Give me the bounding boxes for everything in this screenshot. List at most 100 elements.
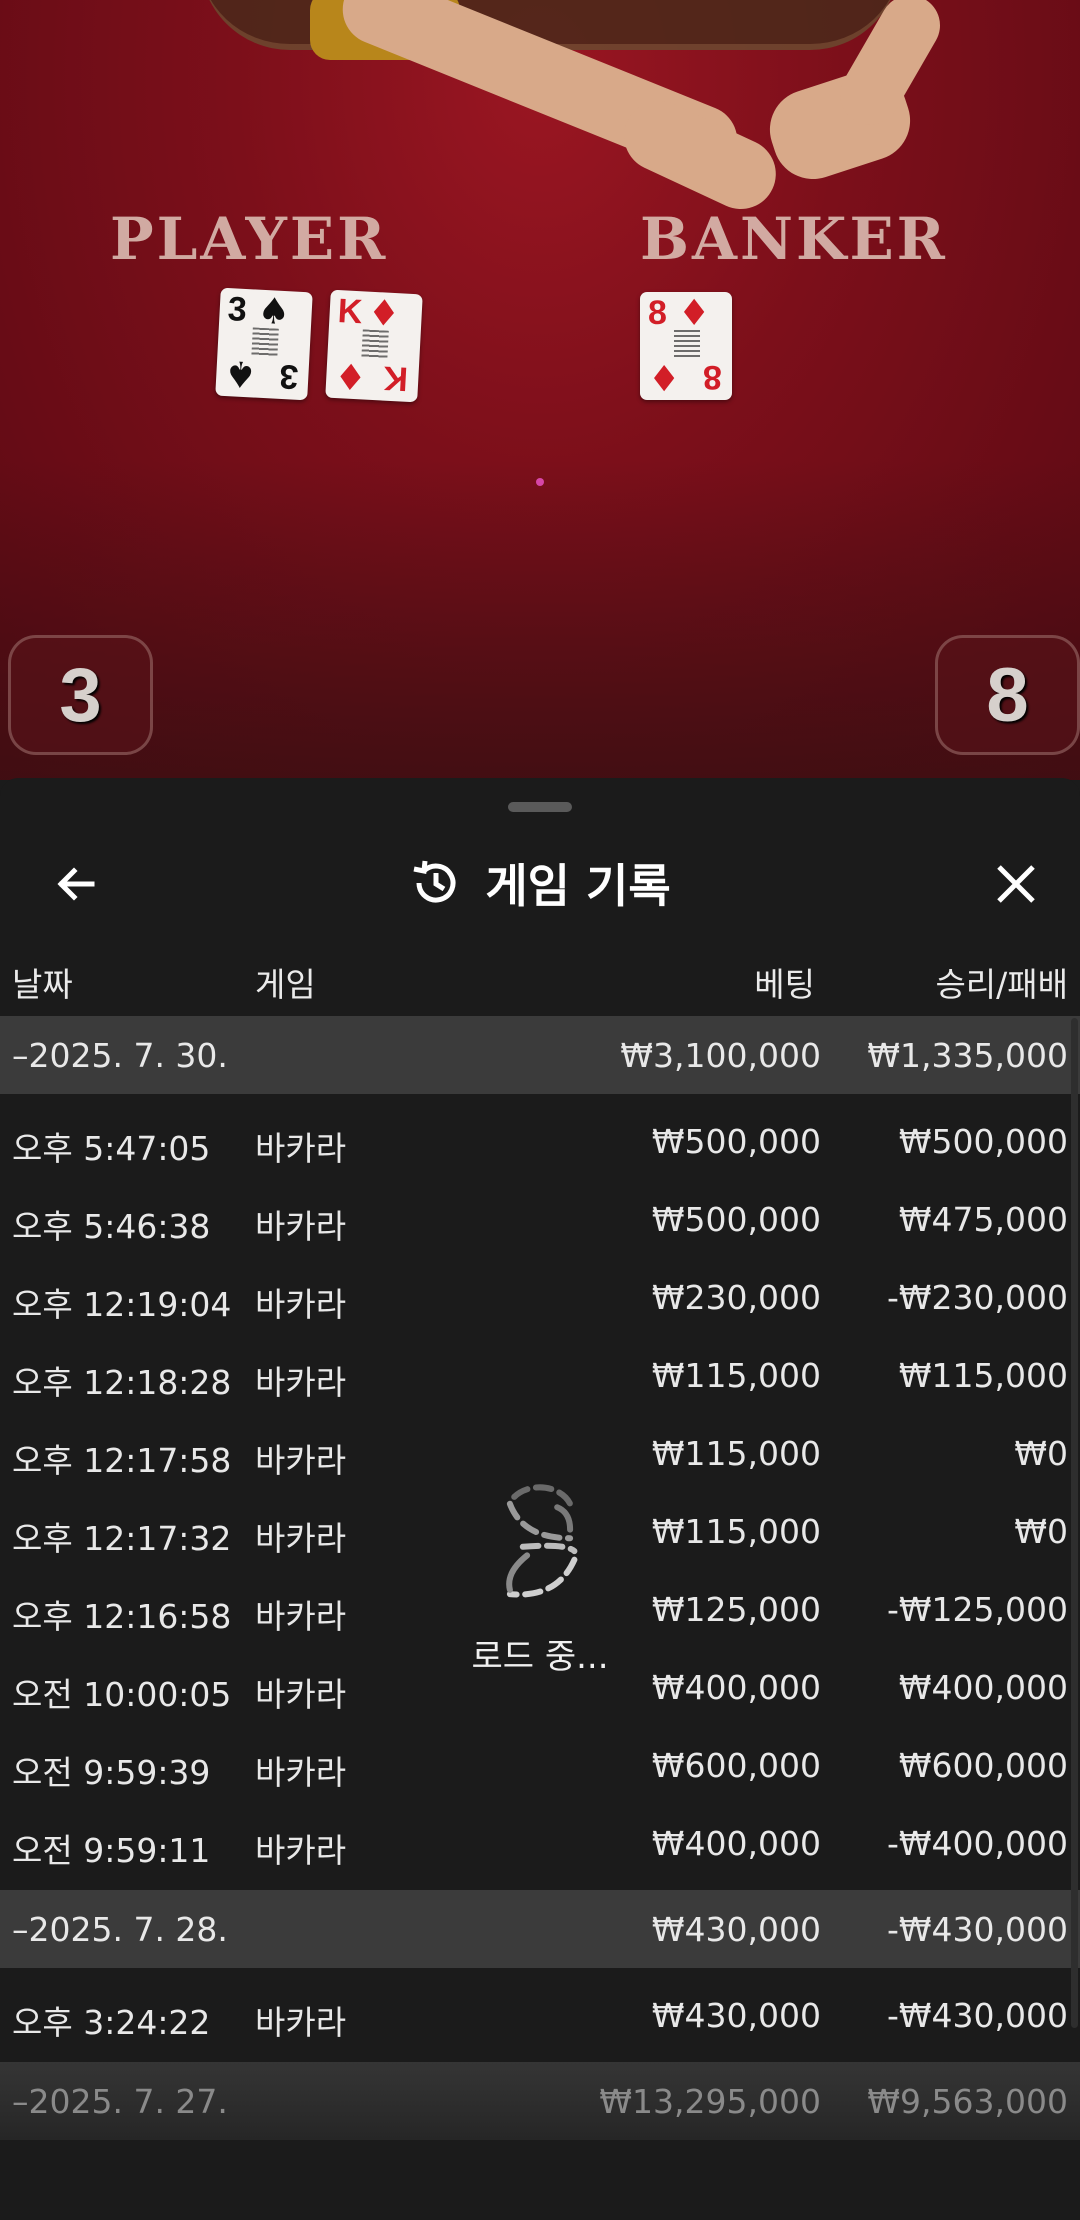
row-bet: ₩230,000 [651, 1278, 821, 1317]
card-rank: K [382, 358, 410, 398]
row-time: 오후 12:16:58 [12, 1597, 232, 1636]
row-game: 바카라 [255, 1675, 347, 1714]
group-date: –2025. 7. 28. [12, 1910, 228, 1949]
column-game: 게임 [255, 965, 316, 1004]
row-bet: ₩400,000 [651, 1668, 821, 1707]
row-game: 바카라 [255, 1831, 347, 1870]
column-date: 날짜 [12, 965, 73, 1004]
group-result-total: -₩430,000 [886, 1910, 1068, 1949]
history-row[interactable]: 오전 9:59:39 바카라 ₩600,000 ₩600,000 [0, 1726, 1080, 1804]
loading-text: 로드 중... [471, 1637, 609, 1677]
card-pips [361, 329, 389, 359]
history-row[interactable]: 오후 12:18:28 바카라 ₩115,000 ₩115,000 [0, 1336, 1080, 1414]
row-game: 바카라 [255, 1363, 347, 1402]
sheet-title: 게임 기록 [485, 859, 671, 913]
group-bet-total: ₩430,000 [651, 1910, 821, 1949]
card-suit: ♦ [678, 293, 711, 334]
row-result: -₩230,000 [886, 1278, 1068, 1317]
group-bet-total: ₩3,100,000 [620, 1036, 821, 1075]
sheet-title-group: 게임 기록 [0, 828, 1080, 938]
row-result: ₩0 [1014, 1512, 1068, 1551]
card-rank: K [336, 292, 364, 332]
group-date: –2025. 7. 27. [12, 2082, 228, 2121]
card-rank: 8 [648, 294, 667, 332]
row-game: 바카라 [255, 1597, 347, 1636]
row-result: -₩125,000 [886, 1590, 1068, 1629]
row-time: 오후 5:46:38 [12, 1207, 211, 1246]
card-suit: ♦ [333, 353, 368, 397]
player-card-2: K ♦ K ♦ [325, 289, 423, 403]
banker-label: BANKER [640, 205, 948, 273]
row-bet: ₩115,000 [651, 1434, 821, 1473]
row-time: 오전 9:59:11 [12, 1831, 211, 1870]
row-time: 오후 12:17:32 [12, 1519, 232, 1558]
row-game: 바카라 [255, 1207, 347, 1246]
row-bet: ₩600,000 [651, 1746, 821, 1785]
row-result: ₩500,000 [898, 1122, 1068, 1161]
card-rank: 3 [226, 290, 248, 330]
row-result: -₩430,000 [886, 1996, 1068, 2035]
card-suit: ♦ [648, 356, 681, 397]
row-result: ₩0 [1014, 1434, 1068, 1473]
game-history-sheet: 게임 기록 날짜 게임 베팅 승리/패배 –2025. 7. 30. ₩3,10… [0, 778, 1080, 2220]
banker-card-1: 8 ♦ 8 ♦ [640, 292, 732, 400]
group-result-total: ₩9,563,000 [867, 2082, 1068, 2121]
row-game: 바카라 [255, 1441, 347, 1480]
player-card-1: 3 ♠ 3 ♠ [215, 287, 313, 401]
row-time: 오후 12:17:58 [12, 1441, 232, 1480]
row-result: ₩475,000 [898, 1200, 1068, 1239]
column-header-row: 날짜 게임 베팅 승리/패배 [0, 948, 1080, 1014]
player-score: 3 [8, 635, 153, 755]
sheet-header: 게임 기록 [0, 828, 1080, 938]
row-game: 바카라 [255, 1519, 347, 1558]
row-game: 바카라 [255, 1753, 347, 1792]
close-button[interactable] [978, 846, 1054, 922]
group-result-total: ₩1,335,000 [867, 1036, 1068, 1075]
row-bet: ₩500,000 [651, 1122, 821, 1161]
scrollbar[interactable] [1071, 1018, 1078, 2028]
row-result: ₩600,000 [898, 1746, 1068, 1785]
date-group-header[interactable]: –2025. 7. 28. ₩430,000 -₩430,000 [0, 1890, 1080, 1968]
row-result: ₩400,000 [898, 1668, 1068, 1707]
live-table-video: PLAYER BANKER 3 ♠ 3 ♠ K ♦ K ♦ 8 ♦ 8 ♦ 3 … [0, 0, 1080, 780]
row-time: 오전 9:59:39 [12, 1753, 211, 1792]
row-game: 바카라 [255, 1129, 347, 1168]
column-result: 승리/패배 [935, 965, 1068, 1004]
row-result: ₩115,000 [898, 1356, 1068, 1395]
history-row[interactable]: 오전 9:59:11 바카라 ₩400,000 -₩400,000 [0, 1804, 1080, 1882]
row-game: 바카라 [255, 2003, 347, 2042]
row-game: 바카라 [255, 1285, 347, 1324]
date-group-header[interactable]: –2025. 7. 27. ₩13,295,000 ₩9,563,000 [0, 2062, 1080, 2140]
sheet-drag-handle[interactable] [508, 802, 572, 812]
row-time: 오전 10:00:05 [12, 1675, 232, 1714]
row-bet: ₩115,000 [651, 1356, 821, 1395]
close-icon [997, 865, 1035, 903]
row-time: 오후 3:24:22 [12, 2003, 211, 2042]
row-time: 오후 5:47:05 [12, 1129, 211, 1168]
row-bet: ₩125,000 [651, 1590, 821, 1629]
row-bet: ₩500,000 [651, 1200, 821, 1239]
card-rank: 3 [278, 356, 300, 396]
table-shadow [0, 460, 1080, 780]
row-time: 오후 12:18:28 [12, 1363, 232, 1402]
row-bet: ₩400,000 [651, 1824, 821, 1863]
history-row[interactable]: 오후 3:24:22 바카라 ₩430,000 -₩430,000 [0, 1976, 1080, 2054]
group-date: –2025. 7. 30. [12, 1036, 228, 1075]
row-bet: ₩115,000 [651, 1512, 821, 1551]
player-label: PLAYER [110, 205, 389, 273]
date-group-header[interactable]: –2025. 7. 30. ₩3,100,000 ₩1,335,000 [0, 1016, 1080, 1094]
history-row[interactable]: 오후 5:46:38 바카라 ₩500,000 ₩475,000 [0, 1180, 1080, 1258]
group-bet-total: ₩13,295,000 [599, 2082, 821, 2121]
history-row[interactable]: 오후 5:47:05 바카라 ₩500,000 ₩500,000 [0, 1102, 1080, 1180]
column-bet: 베팅 [754, 965, 815, 1004]
history-icon [413, 860, 456, 903]
row-time: 오후 12:19:04 [12, 1285, 232, 1324]
card-pips [251, 327, 279, 357]
card-suit: ♠ [223, 351, 258, 395]
loading-indicator: 로드 중... [440, 1478, 640, 1678]
loading-spinner-icon [506, 1484, 578, 1598]
history-row[interactable]: 오후 12:19:04 바카라 ₩230,000 -₩230,000 [0, 1258, 1080, 1336]
banker-score: 8 [935, 635, 1080, 755]
row-bet: ₩430,000 [651, 1996, 821, 2035]
card-pips [674, 330, 700, 358]
